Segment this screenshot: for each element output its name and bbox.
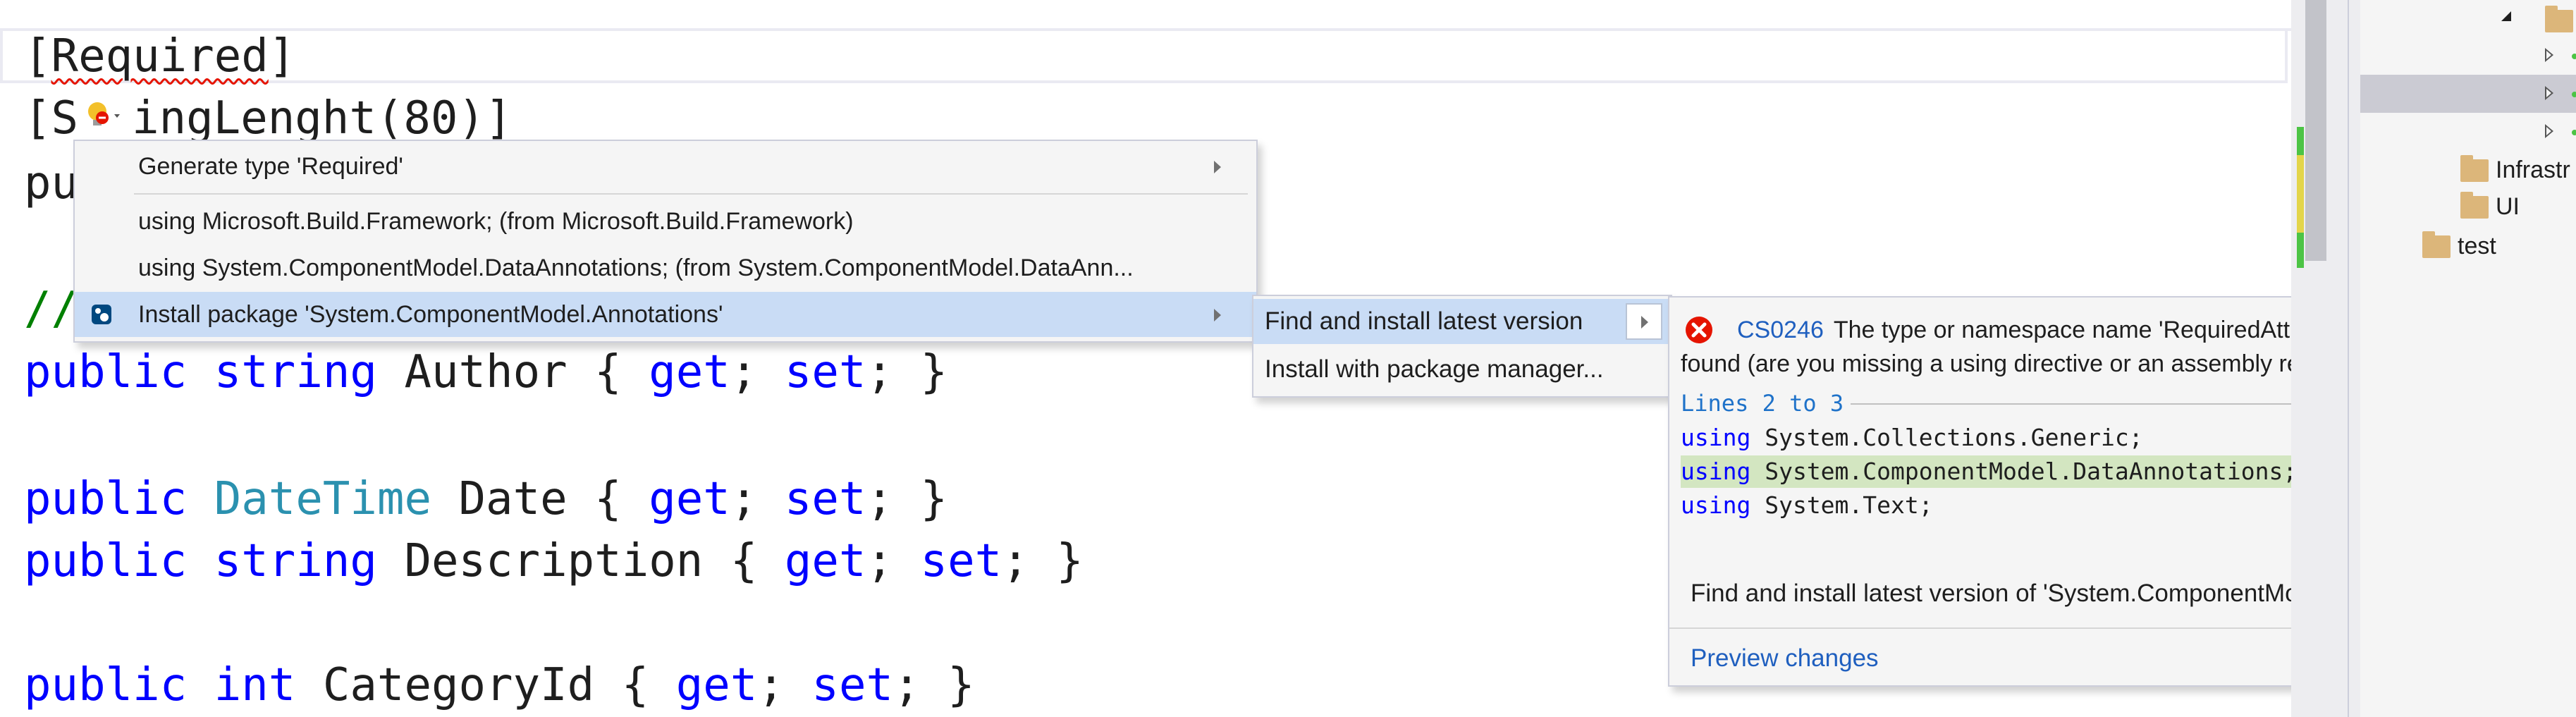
required-attribute-error[interactable]: Required (51, 30, 269, 82)
quick-actions-menu: Generate type 'Required' using Microsoft… (73, 140, 1258, 343)
collapsed-arrow-icon[interactable] (2545, 86, 2553, 100)
code-line-3[interactable]: pu (24, 155, 78, 212)
change-marker (2297, 233, 2304, 268)
menu-separator (134, 193, 1248, 195)
collapsed-arrow-icon[interactable] (2545, 48, 2553, 62)
folder-icon (2545, 6, 2573, 32)
menu-item-generate-type[interactable]: Generate type 'Required' (75, 144, 1256, 189)
status-dot-icon (2572, 92, 2576, 97)
code-line-categoryid[interactable]: public int CategoryId { get; set; } (24, 657, 975, 713)
tree-folder-test[interactable]: test (2360, 227, 2576, 265)
code-line-2-start: [S (24, 92, 79, 145)
change-marker (2297, 155, 2304, 233)
tree-node[interactable] (2360, 37, 2576, 75)
code-line-2-end: ingLenght(80)] (132, 92, 513, 145)
submenu-arrow-icon (1214, 161, 1221, 173)
solution-explorer: Infrastr UI test (2348, 0, 2576, 717)
preview-changes-link[interactable]: Preview changes (1691, 639, 1879, 678)
current-line-highlight (0, 28, 2288, 83)
change-marker (2297, 127, 2304, 155)
submenu-arrow-icon (1214, 309, 1221, 321)
menu-item-using-data-annotations[interactable]: using System.ComponentModel.DataAnnotati… (75, 245, 1256, 290)
tree-node[interactable] (2360, 113, 2576, 151)
code-line-description[interactable]: public string Description { get; set; } (24, 533, 1084, 589)
tree-folder-infrastructure[interactable]: Infrastr (2360, 151, 2576, 189)
tree-folder-ui[interactable]: UI (2360, 188, 2576, 226)
code-line-1[interactable]: [Required] (24, 28, 295, 85)
error-code-link[interactable]: CS0246 (1737, 317, 1824, 343)
expanded-arrow-icon[interactable] (2501, 11, 2511, 21)
status-dot-icon (2572, 54, 2576, 59)
collapsed-arrow-icon[interactable] (2545, 124, 2553, 138)
lightbulb-error-icon[interactable] (83, 99, 125, 133)
menu-item-using-microsoft-build[interactable]: using Microsoft.Build.Framework; (from M… (75, 199, 1256, 244)
status-dot-icon (2572, 130, 2576, 135)
tree-node-expanded[interactable] (2360, 1, 2576, 39)
folder-icon (2422, 231, 2451, 258)
folder-icon (2460, 155, 2489, 182)
code-line-comment[interactable]: // (24, 281, 78, 337)
tree-node-selected[interactable] (2360, 75, 2576, 113)
editor-vertical-scrollbar[interactable] (2291, 0, 2348, 717)
install-package-submenu: Find and install latest version Install … (1252, 295, 1672, 398)
code-line-date[interactable]: public DateTime Date { get; set; } (24, 471, 947, 527)
code-line-author[interactable]: public string Author { get; set; } (24, 344, 947, 400)
menu-item-find-install-latest[interactable]: Find and install latest version (1253, 299, 1671, 344)
lines-range-header: Lines 2 to 3 (1681, 389, 1851, 417)
menu-item-install-package[interactable]: Install package 'System.ComponentModel.A… (75, 292, 1256, 337)
folder-icon (2460, 192, 2489, 219)
nuget-package-icon (92, 305, 111, 324)
scrollbar-thumb[interactable] (2305, 0, 2326, 261)
solution-explorer-splitter[interactable] (2349, 0, 2360, 717)
expand-submenu-button[interactable] (1626, 303, 1662, 340)
menu-item-install-package-manager[interactable]: Install with package manager... (1253, 347, 1671, 392)
